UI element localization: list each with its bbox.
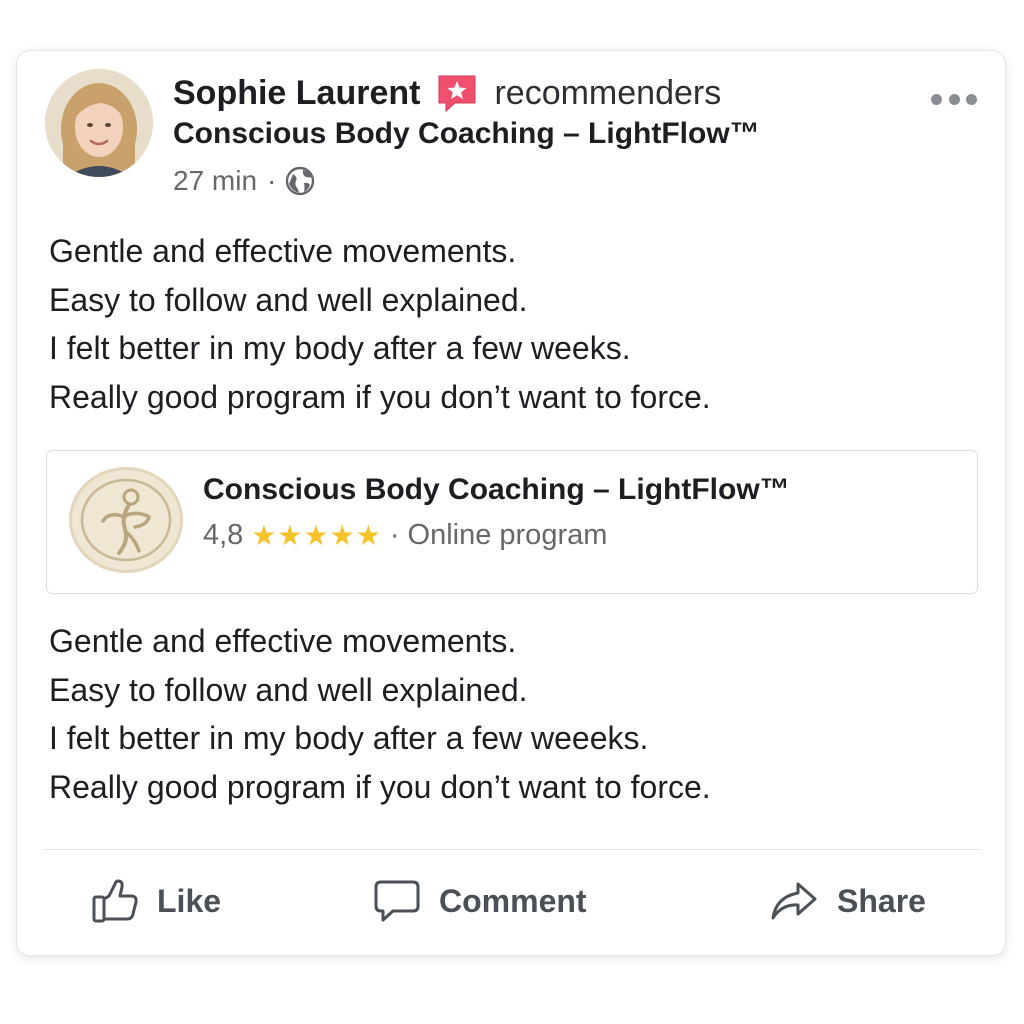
thumbs-up-icon: [92, 879, 138, 923]
more-dot: [931, 93, 942, 105]
more-options-icon[interactable]: [931, 85, 977, 113]
recommend-star-icon: [438, 75, 476, 113]
post-card: Sophie Laurent recommenders Conscious Bo…: [16, 50, 1006, 956]
post-time[interactable]: 27 min: [173, 165, 257, 197]
post-subtitle[interactable]: Conscious Body Coaching – LightFlow™: [173, 117, 760, 151]
comment-bubble-icon: [374, 880, 420, 922]
author-avatar[interactable]: [45, 69, 153, 177]
meta-separator: ·: [267, 165, 277, 196]
post-body-line: Really good program if you don’t want to…: [49, 768, 711, 805]
share-button[interactable]: Share: [769, 863, 926, 939]
post-body-line: I felt better in my body after a few wee…: [49, 720, 649, 756]
like-button[interactable]: Like: [91, 863, 221, 939]
comment-button[interactable]: Comment: [373, 863, 587, 939]
more-dot: [966, 93, 977, 105]
program-meta: 4,8 ★★★★★ · Online program: [203, 519, 607, 552]
share-label: Share: [837, 882, 926, 919]
post-body-line: I felt better in my body after a few wee…: [49, 330, 631, 366]
post-body-repeat: Gentle and effective movements. Easy to …: [49, 617, 711, 811]
author-name[interactable]: Sophie Laurent: [173, 74, 420, 113]
program-logo: [69, 467, 183, 573]
action-bar: Like Comment Share: [17, 863, 1005, 939]
program-category: Online program: [407, 519, 608, 551]
post-body-line: Easy to follow and well explained.: [49, 281, 528, 318]
author-line: Sophie Laurent recommenders: [173, 71, 721, 115]
dancer-logo-icon: [80, 478, 172, 562]
like-label: Like: [157, 882, 222, 919]
program-rating: 4,8: [203, 519, 244, 551]
post-body-line: Really good program if you don’t want to…: [49, 378, 711, 415]
action-divider: [43, 849, 981, 850]
program-meta-separator: ·: [389, 519, 400, 551]
program-preview-card[interactable]: Conscious Body Coaching – LightFlow™ 4,8…: [46, 450, 978, 594]
globe-icon[interactable]: [284, 165, 316, 197]
recommenders-label: recommenders: [494, 73, 722, 112]
post-body-line: Gentle and effective movements.: [49, 623, 517, 659]
post-body-line: Gentle and effective movements.: [49, 233, 517, 269]
rating-stars-icon: ★★★★★: [251, 520, 382, 551]
post-body: Gentle and effective movements. Easy to …: [49, 227, 711, 421]
post-meta: 27 min ·: [173, 165, 316, 197]
more-dot: [948, 93, 960, 105]
program-title[interactable]: Conscious Body Coaching – LightFlow™: [203, 473, 790, 507]
avatar-portrait: [45, 69, 153, 177]
share-arrow-icon: [771, 882, 817, 920]
post-body-line: Easy to follow and well explained.: [49, 671, 528, 708]
comment-label: Comment: [439, 882, 587, 919]
